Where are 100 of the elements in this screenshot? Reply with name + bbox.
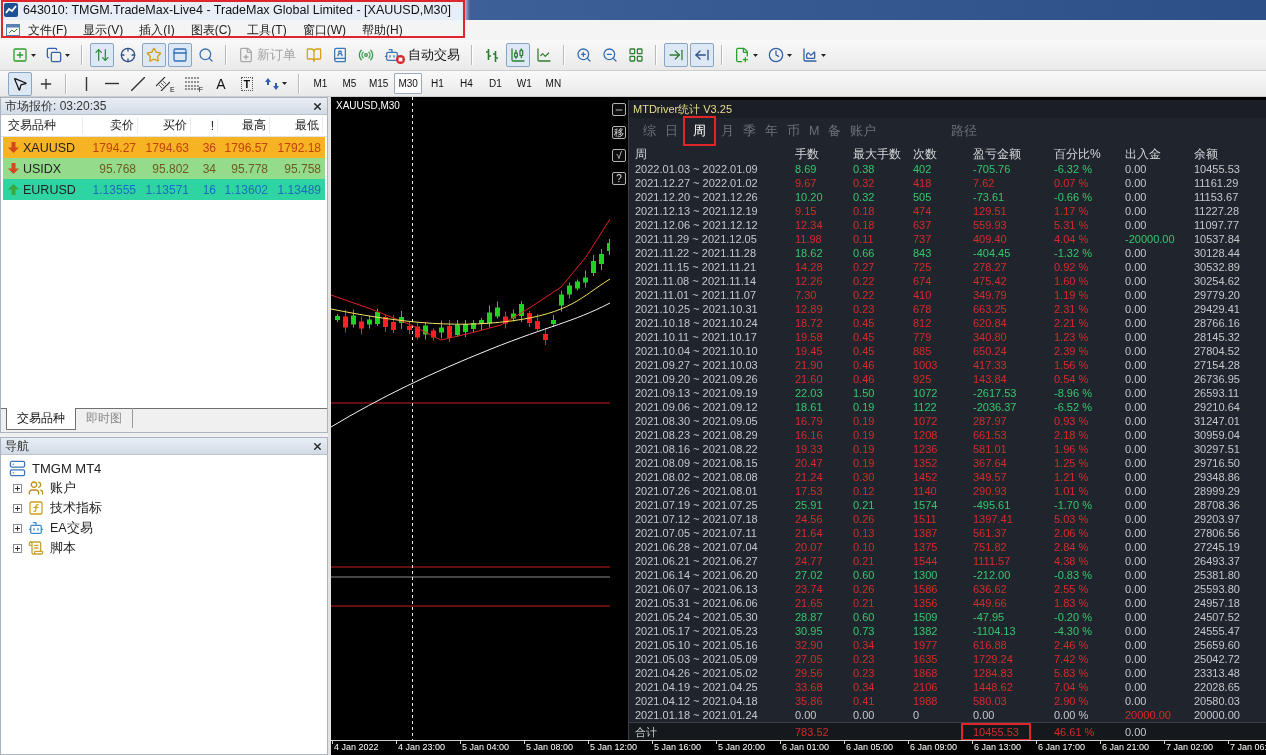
deposit-cell-text: 0.00 — [1125, 512, 1148, 526]
deposit-cell-text: 0.00 — [1125, 638, 1148, 652]
candle — [439, 320, 444, 339]
week-cell-text: 2021.11.15 ~ 2021.11.21 — [635, 260, 757, 274]
timeframe-button[interactable]: M30 — [394, 73, 422, 94]
percent-cell-text: -1.32 % — [1054, 246, 1093, 260]
tree-item[interactable]: TMGM MT4 — [32, 460, 102, 476]
lots-cell-text: 783.52 — [795, 725, 830, 739]
balance-cell-text: 29210.64 — [1194, 400, 1241, 414]
candle — [407, 320, 412, 335]
trades-cell-text: 1003 — [913, 358, 939, 372]
timeframe-button[interactable]: W1 — [510, 73, 538, 94]
plus-box-icon[interactable] — [13, 523, 22, 533]
balance-cell-text: 11227.28 — [1194, 204, 1241, 218]
profit-cell-text: 751.82 — [973, 540, 1008, 554]
timeframe-button[interactable]: M15 — [364, 73, 393, 94]
timeframe-button[interactable]: H4 — [452, 73, 480, 94]
menu-item[interactable]: 文件(F) — [20, 21, 76, 39]
column-header: 盈亏金额 — [973, 146, 1022, 163]
candle — [447, 319, 452, 343]
menu-item[interactable]: 图表(C) — [182, 21, 240, 39]
server-icon — [9, 459, 26, 477]
trades-cell-text: 2106 — [913, 680, 939, 694]
candle — [471, 319, 476, 333]
terminal-button[interactable] — [168, 43, 192, 67]
candle — [479, 317, 484, 331]
plus-box-icon[interactable] — [13, 543, 22, 553]
panel-tab[interactable]: 交易品种 — [6, 408, 76, 430]
tree-item[interactable]: 脚本 — [50, 539, 76, 557]
chart-shift-button[interactable] — [690, 43, 714, 67]
percent-cell-text: 0.93 % — [1054, 414, 1090, 428]
timeframe-button[interactable]: M1 — [306, 73, 334, 94]
stats-tab[interactable]: 周 — [683, 116, 716, 146]
candle — [487, 305, 492, 328]
candlestick-button[interactable] — [506, 43, 530, 67]
menu-item[interactable]: 帮助(H) — [354, 21, 411, 39]
deposit-cell-text: 0.00 — [1125, 498, 1148, 512]
profit-cell-text: -495.61 — [973, 498, 1012, 512]
week-cell-text: 2021.07.19 ~ 2021.07.25 — [635, 498, 759, 512]
week-cell-text: 2021.08.30 ~ 2021.09.05 — [635, 414, 759, 428]
week-cell-text: 2021.04.12 ~ 2021.04.18 — [635, 694, 759, 708]
lots-cell-text: 11.98 — [795, 232, 823, 246]
trades-cell-text: 737 — [913, 232, 933, 246]
panel-control-button[interactable]: 移 — [612, 126, 626, 139]
price-cell-text: 95.758 — [283, 161, 322, 176]
spread-cell-text: 34 — [201, 161, 217, 176]
quote-row[interactable]: XAUUSD 1794.27 1794.63 36 1796.57 1792.18 — [3, 137, 325, 158]
deposit-cell-text: 0.00 — [1125, 260, 1148, 274]
timeframe-button[interactable]: MN — [539, 73, 567, 94]
lots-cell-text: 32.90 — [795, 638, 824, 652]
timeframe-button[interactable]: D1 — [481, 73, 509, 94]
price-cell-text: 95.768 — [98, 161, 137, 176]
minimize-button[interactable] — [612, 103, 626, 116]
quote-row[interactable]: USIDX 95.768 95.802 34 95.778 95.758 — [3, 158, 325, 179]
profit-cell-text: 0.00 — [973, 708, 996, 722]
price-cell-text: 1.13571 — [144, 182, 190, 197]
cursor-button[interactable] — [8, 71, 32, 96]
timeframe-button[interactable]: H1 — [423, 73, 451, 94]
max-lots-cell-text: 0.22 — [853, 274, 876, 288]
auto-trading-button[interactable]: 自动交易 — [380, 43, 464, 67]
tree-item[interactable]: EA交易 — [50, 519, 93, 537]
trades-cell-text: 1122 — [913, 400, 938, 414]
percent-cell-text: -6.32 % — [1054, 162, 1093, 176]
week-cell-text: 2021.10.18 ~ 2021.10.24 — [635, 316, 759, 330]
max-lots-cell-text: 0.45 — [853, 316, 876, 330]
symbol-name: XAUUSD — [23, 140, 76, 155]
candle — [367, 315, 372, 329]
max-lots-cell-text: 0.19 — [853, 400, 876, 414]
plus-box-icon[interactable] — [13, 483, 22, 493]
panel-control-button[interactable]: √ — [612, 149, 626, 162]
lots-cell-text: 35.86 — [795, 694, 824, 708]
text-label-button[interactable]: T — [234, 71, 259, 96]
menu-item[interactable]: 窗口(W) — [294, 21, 354, 39]
max-lots-cell-text: 0.21 — [853, 498, 876, 512]
panel-control-button[interactable]: ? — [612, 172, 626, 185]
tree-item[interactable]: 账户 — [50, 479, 76, 497]
tree-item[interactable]: 技术指标 — [50, 499, 102, 517]
week-cell-text: 2021.06.07 ~ 2021.06.13 — [635, 582, 759, 596]
trades-cell-text: 1352 — [913, 456, 939, 470]
plus-box-icon[interactable] — [13, 503, 22, 513]
trades-cell-text: 418 — [913, 176, 933, 190]
caret-icon — [753, 53, 758, 57]
balance-cell-text: 22028.65 — [1194, 680, 1241, 694]
percent-cell-text: 5.31 % — [1054, 218, 1090, 232]
quote-row[interactable]: EURUSD 1.13555 1.13571 16 1.13602 1.13489 — [3, 179, 325, 200]
menu-item[interactable]: 显示(V) — [75, 21, 132, 39]
candle — [535, 313, 540, 332]
candle — [511, 309, 516, 322]
balance-cell-text: 25042.72 — [1194, 652, 1241, 666]
percent-cell-text: -0.20 % — [1054, 610, 1093, 624]
deposit-cell-text: 0.00 — [1125, 246, 1148, 260]
auto-scroll-button[interactable] — [664, 43, 688, 67]
app-logo-icon — [4, 3, 18, 17]
week-cell-text: 2021.12.27 ~ 2022.01.02 — [635, 176, 759, 190]
text-tool-button[interactable]: A — [208, 71, 233, 96]
deposit-cell-text: 0.00 — [1125, 288, 1148, 302]
timeframe-button[interactable]: M5 — [335, 73, 363, 94]
candle — [455, 319, 460, 338]
profit-cell-text: 7.62 — [973, 176, 996, 190]
profit-cell-text: 561.37 — [973, 526, 1008, 540]
